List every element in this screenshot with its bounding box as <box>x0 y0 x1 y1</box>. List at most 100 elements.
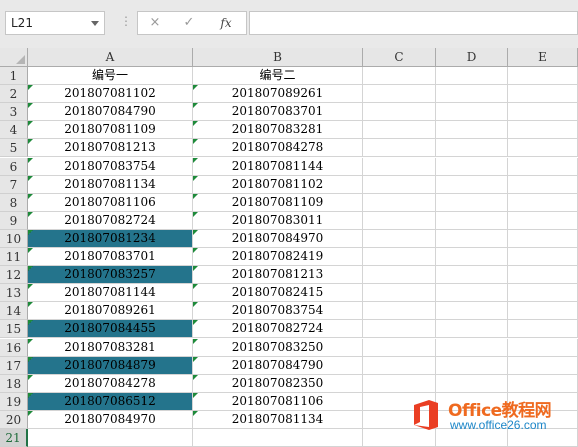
cell-d10[interactable] <box>436 229 508 248</box>
cell-a11[interactable]: 201807083701 <box>28 248 193 267</box>
cell-b6[interactable]: 201807081144 <box>193 157 363 176</box>
cell-a4[interactable]: 201807081109 <box>28 121 193 140</box>
cell-d16[interactable] <box>436 338 508 357</box>
cell-a9[interactable]: 201807082724 <box>28 211 193 230</box>
cell-a8[interactable]: 201807081106 <box>28 193 193 212</box>
cell-c11[interactable] <box>363 248 436 267</box>
row-header-4[interactable]: 4 <box>0 121 28 140</box>
row-header-11[interactable]: 11 <box>0 248 28 266</box>
cell-a1[interactable]: 编号一 <box>28 67 193 86</box>
row-header-7[interactable]: 7 <box>0 175 28 194</box>
cell-b9[interactable]: 201807083011 <box>193 211 363 230</box>
cell-d9[interactable] <box>436 211 508 230</box>
cell-a19[interactable]: 201807086512 <box>28 392 193 411</box>
cancel-icon[interactable]: × <box>141 12 169 34</box>
cell-b4[interactable]: 201807083281 <box>193 121 363 140</box>
row-header-18[interactable]: 18 <box>0 374 28 393</box>
cell-a18[interactable]: 201807084278 <box>28 374 193 393</box>
cell-b2[interactable]: 201807089261 <box>193 85 363 104</box>
row-header-19[interactable]: 19 <box>0 392 28 411</box>
cell-c3[interactable] <box>363 103 436 122</box>
insert-function-button[interactable]: fx <box>212 12 240 34</box>
cell-d12[interactable] <box>436 266 508 285</box>
check-icon[interactable]: ✓ <box>175 12 203 34</box>
cell-a13[interactable]: 201807081144 <box>28 284 193 303</box>
cell-b15[interactable]: 201807082724 <box>193 320 363 339</box>
cell-c12[interactable] <box>363 266 436 285</box>
cell-c1[interactable] <box>363 67 436 86</box>
cell-a10[interactable]: 201807081234 <box>28 229 193 248</box>
cell-e4[interactable] <box>508 121 578 140</box>
cell-a12[interactable]: 201807083257 <box>28 266 193 285</box>
name-box[interactable]: L21 <box>5 11 105 35</box>
cell-b13[interactable]: 201807082415 <box>193 284 363 303</box>
cell-e15[interactable] <box>508 320 578 339</box>
formula-input[interactable] <box>249 11 578 35</box>
cell-b5[interactable]: 201807084278 <box>193 139 363 158</box>
cell-d7[interactable] <box>436 175 508 194</box>
cell-c8[interactable] <box>363 193 436 212</box>
row-header-16[interactable]: 16 <box>0 338 28 357</box>
cell-e12[interactable] <box>508 266 578 285</box>
row-header-20[interactable]: 20 <box>0 410 28 429</box>
cell-b8[interactable]: 201807081109 <box>193 193 363 212</box>
cell-c7[interactable] <box>363 175 436 194</box>
cell-e17[interactable] <box>508 356 578 375</box>
cell-b21[interactable] <box>193 429 363 447</box>
cell-b3[interactable]: 201807083701 <box>193 103 363 122</box>
cell-b12[interactable]: 201807081213 <box>193 266 363 285</box>
row-header-13[interactable]: 13 <box>0 284 28 303</box>
cell-c6[interactable] <box>363 157 436 176</box>
cell-c15[interactable] <box>363 320 436 339</box>
row-header-2[interactable]: 2 <box>0 85 28 104</box>
column-header-e[interactable]: E <box>508 48 578 67</box>
cell-a5[interactable]: 201807081213 <box>28 139 193 158</box>
cell-d11[interactable] <box>436 248 508 267</box>
cell-b1[interactable]: 编号二 <box>193 67 363 86</box>
cell-e5[interactable] <box>508 139 578 158</box>
cell-d15[interactable] <box>436 320 508 339</box>
cell-c16[interactable] <box>363 338 436 357</box>
cell-d18[interactable] <box>436 374 508 393</box>
chevron-down-icon[interactable] <box>91 21 99 26</box>
cell-d4[interactable] <box>436 121 508 140</box>
row-header-17[interactable]: 17 <box>0 356 28 375</box>
column-header-c[interactable]: C <box>363 48 436 67</box>
cell-d8[interactable] <box>436 193 508 212</box>
cell-c10[interactable] <box>363 229 436 248</box>
cell-d3[interactable] <box>436 103 508 122</box>
column-header-b[interactable]: B <box>193 48 363 67</box>
cell-e2[interactable] <box>508 85 578 104</box>
cell-c5[interactable] <box>363 139 436 158</box>
select-all-button[interactable] <box>0 48 28 67</box>
cell-d5[interactable] <box>436 139 508 158</box>
cell-e18[interactable] <box>508 374 578 393</box>
cell-b19[interactable]: 201807081106 <box>193 392 363 411</box>
cell-a6[interactable]: 201807083754 <box>28 157 193 176</box>
row-header-1[interactable]: 1 <box>0 67 28 85</box>
cell-b7[interactable]: 201807081102 <box>193 175 363 194</box>
cell-c18[interactable] <box>363 374 436 393</box>
cell-e3[interactable] <box>508 103 578 122</box>
cell-a20[interactable]: 201807084970 <box>28 410 193 429</box>
cell-a17[interactable]: 201807084879 <box>28 356 193 375</box>
cell-b20[interactable]: 201807081134 <box>193 410 363 429</box>
cell-e10[interactable] <box>508 229 578 248</box>
row-header-12[interactable]: 12 <box>0 266 28 285</box>
row-header-10[interactable]: 10 <box>0 229 28 248</box>
cell-a2[interactable]: 201807081102 <box>28 85 193 104</box>
cell-d2[interactable] <box>436 85 508 104</box>
cell-a15[interactable]: 201807084455 <box>28 320 193 339</box>
row-header-21[interactable]: 21 <box>0 429 28 447</box>
cell-c14[interactable] <box>363 302 436 321</box>
row-header-6[interactable]: 6 <box>0 157 28 176</box>
row-header-15[interactable]: 15 <box>0 320 28 339</box>
cell-b11[interactable]: 201807082419 <box>193 248 363 267</box>
row-header-14[interactable]: 14 <box>0 302 28 321</box>
cell-c2[interactable] <box>363 85 436 104</box>
cell-e7[interactable] <box>508 175 578 194</box>
cell-e8[interactable] <box>508 193 578 212</box>
cell-d13[interactable] <box>436 284 508 303</box>
cell-c17[interactable] <box>363 356 436 375</box>
cell-a7[interactable]: 201807081134 <box>28 175 193 194</box>
